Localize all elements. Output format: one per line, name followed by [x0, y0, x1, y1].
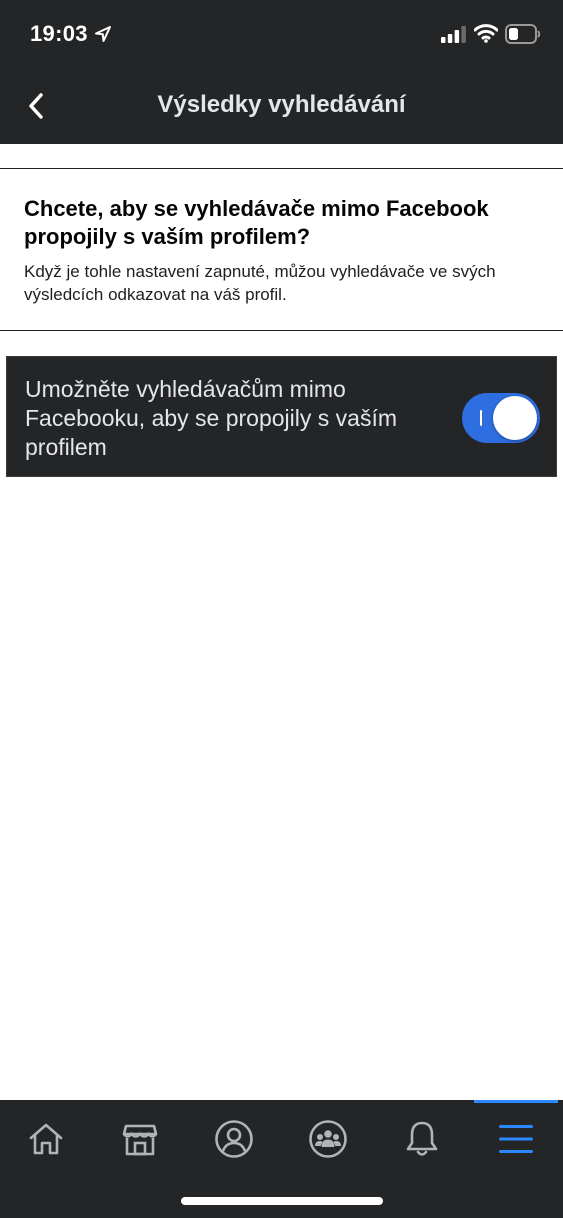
home-indicator[interactable]: [181, 1197, 383, 1205]
marketplace-icon: [122, 1124, 158, 1156]
divider: [0, 168, 563, 169]
tab-profile[interactable]: [201, 1108, 267, 1170]
tab-menu[interactable]: [483, 1108, 549, 1170]
info-heading: Chcete, aby se vyhledávače mimo Facebook…: [24, 196, 489, 249]
cellular-signal-icon: [441, 26, 466, 43]
bottom-tab-bar: [0, 1100, 563, 1218]
switch-knob: [493, 396, 537, 440]
groups-icon: [309, 1120, 347, 1158]
notifications-bell-icon: [406, 1121, 438, 1156]
divider: [0, 330, 563, 331]
tab-groups[interactable]: [295, 1108, 361, 1170]
location-arrow-icon: [95, 26, 111, 42]
profile-icon: [215, 1120, 253, 1158]
tab-notifications[interactable]: [389, 1108, 455, 1170]
page-title: Výsledky vyhledávání: [157, 91, 406, 118]
home-icon: [29, 1123, 63, 1155]
wifi-icon: [474, 24, 498, 43]
info-section: Chcete, aby se vyhledávače mimo Facebook…: [24, 195, 539, 306]
status-time: 19:03: [30, 21, 88, 46]
search-engine-link-setting-row[interactable]: Umožněte vyhledávačům mimo Facebooku, ab…: [6, 356, 557, 477]
tab-home[interactable]: [13, 1108, 79, 1170]
setting-label: Umožněte vyhledávačům mimo Facebooku, ab…: [25, 376, 398, 460]
status-bar: 19:03: [0, 0, 563, 70]
switch-on-mark: [480, 410, 482, 426]
navigation-bar: Výsledky vyhledávání: [0, 70, 563, 144]
info-description: Když je tohle nastavení zapnuté, můžou v…: [24, 262, 496, 304]
search-engine-link-toggle[interactable]: [462, 393, 540, 443]
battery-icon: [505, 24, 541, 44]
top-bar: 19:03 Výsledky vyhledávání: [0, 0, 563, 144]
tab-marketplace[interactable]: [107, 1108, 173, 1170]
active-tab-indicator: [474, 1100, 558, 1103]
menu-icon: [499, 1125, 533, 1153]
